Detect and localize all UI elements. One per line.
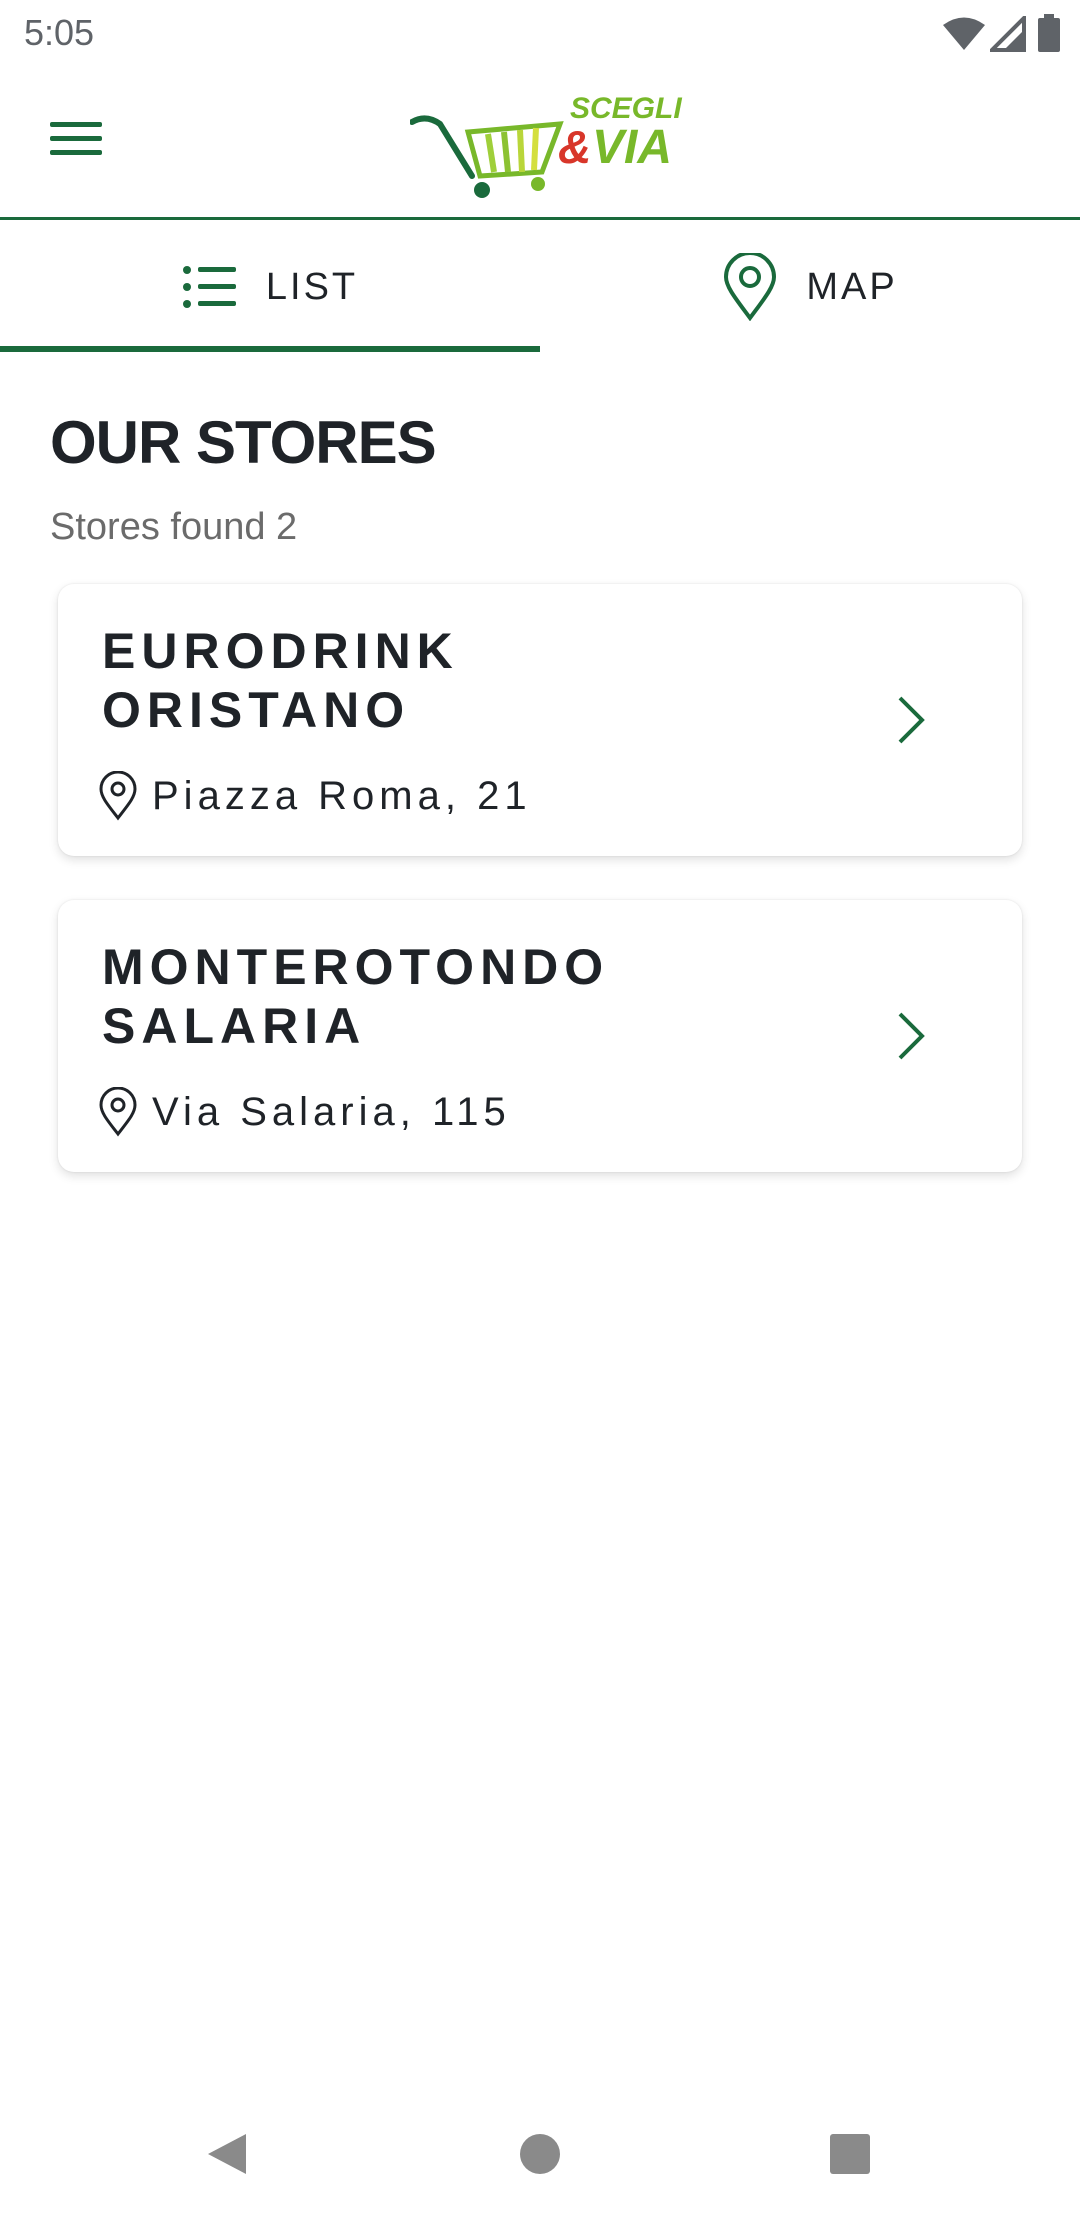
store-name: MONTEROTONDO SALARIA: [102, 939, 610, 1054]
tab-list-label: LIST: [265, 265, 359, 308]
home-icon[interactable]: [518, 2132, 562, 2176]
tab-map[interactable]: MAP: [540, 220, 1080, 354]
back-icon[interactable]: [204, 2130, 250, 2178]
store-card[interactable]: EURODRINK ORISTANO Piazza Roma, 21: [58, 584, 1022, 856]
battery-icon: [1038, 14, 1060, 52]
store-address: Piazza Roma, 21: [152, 773, 532, 818]
location-pin-icon: [99, 1087, 137, 1137]
page-title: OUR STORES: [50, 409, 437, 476]
tab-selected-indicator: [0, 346, 540, 352]
hamburger-menu-icon[interactable]: [40, 116, 116, 164]
tab-map-label: MAP: [806, 265, 898, 308]
stores-found-count: Stores found 2: [50, 506, 298, 548]
signal-icon: [990, 16, 1026, 52]
app-bar: SCEGLI & VIA: [0, 68, 1080, 220]
logo-text-amp: &: [558, 121, 592, 173]
map-pin-icon: [724, 253, 777, 321]
logo-text-via: VIA: [592, 121, 673, 174]
chevron-right-icon[interactable]: [894, 1010, 930, 1062]
store-address-row: Piazza Roma, 21: [98, 770, 532, 822]
tab-bar: LIST MAP: [0, 220, 1080, 354]
store-address: Via Salaria, 115: [152, 1089, 511, 1134]
location-pin-icon: [99, 771, 137, 821]
store-address-row: Via Salaria, 115: [98, 1086, 511, 1138]
status-bar: 5:05: [0, 0, 1080, 68]
store-card[interactable]: MONTEROTONDO SALARIA Via Salaria, 115: [58, 900, 1022, 1172]
cart-icon: [410, 115, 564, 198]
system-nav-bar: [0, 2100, 1080, 2220]
tab-list[interactable]: LIST: [0, 220, 540, 354]
wifi-icon: [943, 17, 985, 50]
recents-icon[interactable]: [828, 2132, 872, 2176]
status-time: 5:05: [24, 12, 95, 53]
chevron-right-icon[interactable]: [894, 694, 930, 746]
list-icon: [182, 266, 236, 308]
app-logo: SCEGLI & VIA: [410, 90, 682, 200]
store-name: EURODRINK ORISTANO: [102, 623, 459, 738]
